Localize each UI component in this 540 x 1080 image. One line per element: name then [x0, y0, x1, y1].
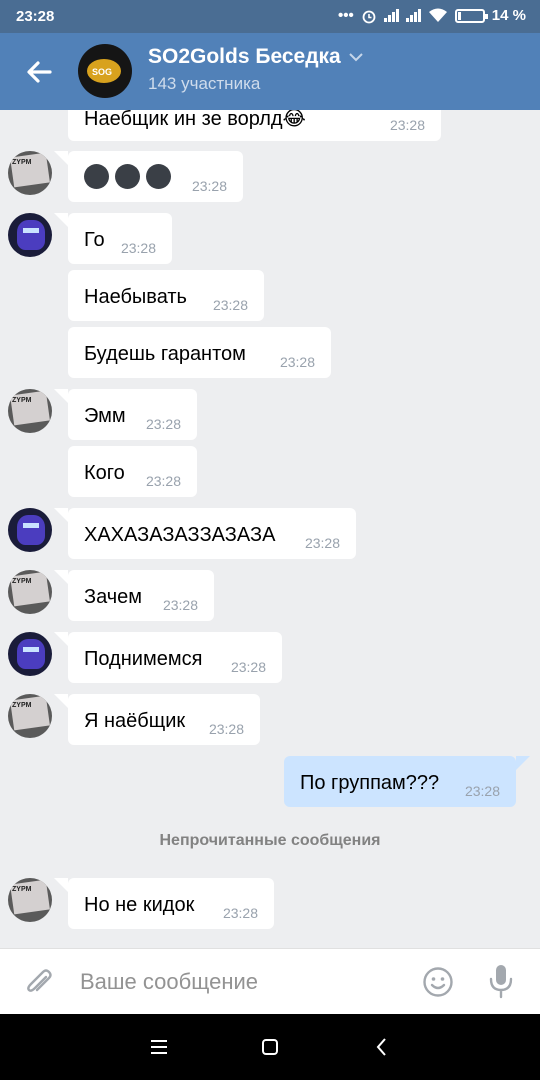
microphone-icon[interactable]: [486, 963, 516, 999]
avatar[interactable]: ZYPM: [8, 151, 52, 195]
avatar[interactable]: [8, 213, 52, 257]
chat-header: SOG SO2Golds Беседка 143 участника: [0, 33, 540, 110]
wifi-icon: [428, 8, 447, 22]
message-bubble[interactable]: 23:28: [68, 151, 243, 202]
avatar-logo-text: SOG: [92, 67, 113, 77]
emoji-icon: [146, 164, 171, 189]
message-text: Зачем: [84, 586, 143, 608]
battery-percent: 14 %: [491, 7, 526, 24]
message-text: ХАХАЗАЗАЗЗАЗАЗА: [84, 524, 276, 546]
message-time: 23:28: [464, 783, 500, 799]
message-text: Наебщик ин зе ворлд😂: [84, 110, 306, 130]
message-time: 23:28: [162, 597, 198, 613]
chevron-down-icon: [349, 52, 363, 61]
avatar[interactable]: ZYPM: [8, 878, 52, 922]
message-bubble[interactable]: ХАХАЗАЗАЗЗАЗАЗА 23:28: [68, 508, 356, 559]
message-text: По группам???: [300, 772, 440, 794]
message-bubble[interactable]: Зачем 23:28: [68, 570, 214, 621]
message-time: 23:28: [389, 117, 425, 133]
message-time: 23:28: [145, 416, 181, 432]
avatar[interactable]: [8, 508, 52, 552]
message-time: 23:28: [212, 297, 248, 313]
message-text: Го: [84, 229, 105, 251]
message-text: Поднимемся: [84, 648, 203, 670]
message-time: 23:28: [304, 535, 340, 551]
message-input[interactable]: Ваше сообщение: [80, 969, 258, 995]
message-bubble[interactable]: Эмм 23:28: [68, 389, 197, 440]
home-icon[interactable]: [259, 1036, 281, 1058]
message-time: 23:28: [191, 178, 227, 194]
message-time: 23:28: [208, 721, 244, 737]
message-time: 23:28: [279, 354, 315, 370]
message-text: Но не кидок: [84, 894, 195, 916]
back-arrow-icon[interactable]: [22, 55, 56, 89]
chat-title[interactable]: SO2Golds Беседка: [148, 45, 363, 69]
system-nav-bar: [0, 1014, 540, 1080]
alarm-icon: [362, 10, 376, 23]
status-time: 23:28: [16, 8, 55, 25]
compose-bar: Ваше сообщение: [0, 948, 540, 1014]
chat-member-count: 143 участника: [148, 74, 261, 93]
signal-icon-2: [405, 9, 421, 22]
message-bubble[interactable]: Кого 23:28: [68, 446, 197, 497]
status-bar: 23:28 ••• 14 %: [0, 0, 540, 33]
emoji-icon: [115, 164, 140, 189]
message-bubble[interactable]: Но не кидок 23:28: [68, 878, 274, 929]
chat-avatar[interactable]: SOG: [78, 44, 132, 98]
battery-icon: [454, 8, 488, 23]
status-icons: ••• 14 %: [338, 7, 526, 24]
message-bubble[interactable]: Я наёбщик 23:28: [68, 694, 260, 745]
emoji-row: [84, 164, 177, 189]
message-text: Будешь гарантом: [84, 343, 246, 365]
message-text: Эмм: [84, 405, 126, 427]
message-list[interactable]: Наебщик ин зе ворлд😂 23:28 ZYPM 23:28 Го…: [0, 110, 540, 948]
signal-icon: [383, 9, 399, 22]
message-bubble[interactable]: Будешь гарантом 23:28: [68, 327, 331, 378]
emoji-icon[interactable]: [422, 966, 454, 998]
message-text: Кого: [84, 462, 125, 484]
avatar[interactable]: [8, 632, 52, 676]
emoji-icon: [84, 164, 109, 189]
message-bubble[interactable]: Поднимемся 23:28: [68, 632, 282, 683]
message-time: 23:28: [120, 240, 156, 256]
more-icon: •••: [338, 7, 354, 24]
unread-divider: Непрочитанные сообщения: [159, 832, 381, 849]
message-text: Я наёбщик: [84, 710, 186, 732]
message-bubble[interactable]: Го 23:28: [68, 213, 172, 264]
message-text: Наебывать: [84, 286, 187, 308]
message-bubble[interactable]: Наебщик ин зе ворлд😂 23:28: [68, 110, 441, 141]
message-bubble-outgoing[interactable]: По группам??? 23:28: [284, 756, 516, 807]
back-icon[interactable]: [371, 1036, 393, 1058]
avatar[interactable]: ZYPM: [8, 694, 52, 738]
message-bubble[interactable]: Наебывать 23:28: [68, 270, 264, 321]
message-time: 23:28: [222, 905, 258, 921]
message-time: 23:28: [145, 473, 181, 489]
message-time: 23:28: [230, 659, 266, 675]
avatar[interactable]: ZYPM: [8, 570, 52, 614]
menu-icon[interactable]: [148, 1036, 170, 1058]
avatar[interactable]: ZYPM: [8, 389, 52, 433]
attach-icon[interactable]: [22, 965, 56, 999]
